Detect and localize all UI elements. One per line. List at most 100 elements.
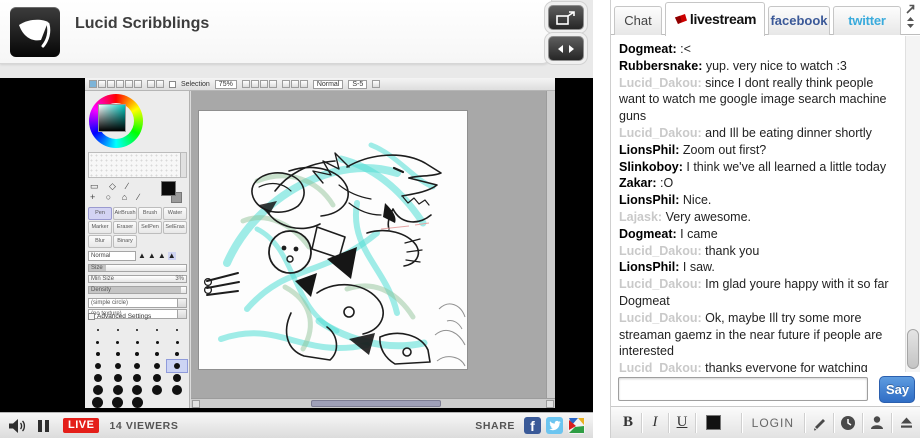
- share-facebook-button[interactable]: f: [524, 417, 541, 434]
- brush-size-cell[interactable]: [167, 324, 187, 336]
- brush-size-cell[interactable]: [108, 348, 128, 360]
- brush-size-cell[interactable]: [167, 336, 187, 348]
- share-more-button[interactable]: [568, 417, 585, 434]
- brush-size-cell[interactable]: [128, 348, 148, 360]
- brush-size-cell[interactable]: [108, 336, 128, 348]
- brush-edge-option-selected[interactable]: ▲: [168, 252, 176, 260]
- history-button[interactable]: [837, 415, 859, 431]
- brush-size-cell[interactable]: [88, 348, 108, 360]
- pause-button[interactable]: [38, 420, 49, 432]
- density-slider[interactable]: Density: [88, 286, 187, 294]
- sai-tool-water[interactable]: Water: [163, 207, 187, 220]
- dropdown-button-icon[interactable]: [177, 310, 186, 318]
- brush-size-cell[interactable]: [167, 396, 187, 408]
- saturation-value-square[interactable]: [98, 104, 126, 132]
- brush-size-cell[interactable]: [167, 384, 187, 396]
- chat-message-list[interactable]: Dogmeat: :<Rubbersnake: yup. very nice t…: [611, 36, 906, 372]
- brush-size-cell[interactable]: [128, 396, 148, 408]
- login-button[interactable]: LOGIN: [752, 416, 794, 430]
- stabilizer-select[interactable]: S-5: [348, 80, 367, 89]
- say-button[interactable]: Say: [879, 376, 915, 403]
- italic-button[interactable]: I: [642, 414, 668, 431]
- sai-tool-blur[interactable]: Blur: [88, 235, 112, 248]
- blend-mode-select[interactable]: Normal: [313, 80, 344, 89]
- brush-edge-option[interactable]: ▲: [158, 252, 166, 260]
- brush-size-cell[interactable]: [88, 372, 108, 384]
- brush-size-cell[interactable]: [147, 360, 167, 372]
- brush-size-cell[interactable]: [147, 336, 167, 348]
- brush-size-cell[interactable]: [147, 384, 167, 396]
- volume-button[interactable]: [8, 418, 26, 434]
- brush-size-cell[interactable]: [147, 372, 167, 384]
- brush-size-cell[interactable]: [88, 324, 108, 336]
- sai-mini-tools[interactable]: ▭ ◇ ∕+ ○ ⌂ ∕: [90, 181, 154, 203]
- brush-size-cell[interactable]: [147, 348, 167, 360]
- brush-size-cell[interactable]: [88, 336, 108, 348]
- underline-button[interactable]: U: [669, 414, 695, 431]
- tab-twitter[interactable]: twitter: [833, 6, 901, 35]
- brush-size-cell[interactable]: [128, 372, 148, 384]
- brush-edge-option[interactable]: ▲: [148, 252, 156, 260]
- brush-size-cell[interactable]: [167, 360, 187, 372]
- brush-size-cell[interactable]: [147, 396, 167, 408]
- sai-tool-eraser[interactable]: Eraser: [113, 221, 137, 234]
- zoom-level-select[interactable]: 75%: [215, 80, 237, 89]
- chat-input[interactable]: [618, 377, 868, 401]
- brush-size-cell[interactable]: [108, 324, 128, 336]
- min-size-slider[interactable]: Min Size 3%: [88, 275, 187, 283]
- popout-button[interactable]: [548, 5, 584, 30]
- brush-size-cell[interactable]: [108, 372, 128, 384]
- popout-chat-button[interactable]: [904, 2, 918, 16]
- brush-edge-option[interactable]: ▲: [138, 252, 146, 260]
- brush-size-cell[interactable]: [128, 336, 148, 348]
- video-area[interactable]: Selection 75% Normal S-5 ▭ ◇ ∕+ ○ ⌂ ∕: [0, 78, 593, 412]
- brush-size-cell[interactable]: [167, 348, 187, 360]
- foreground-color-swatch[interactable]: [161, 181, 176, 196]
- sai-tool-brush[interactable]: Brush: [138, 207, 162, 220]
- sai-toolbar-buttons[interactable]: [147, 80, 164, 88]
- sai-tool-binary[interactable]: Binary: [113, 235, 137, 248]
- tab-livestream[interactable]: livestream: [665, 2, 765, 36]
- edit-button[interactable]: [808, 415, 830, 431]
- brush-size-cell[interactable]: [88, 360, 108, 372]
- tab-chat[interactable]: Chat: [614, 6, 662, 35]
- dropdown-button-icon[interactable]: [177, 299, 186, 307]
- sai-misc-button[interactable]: [372, 80, 380, 88]
- sai-canvas-area[interactable]: [191, 91, 555, 408]
- sai-zoom-buttons[interactable]: [242, 80, 277, 88]
- size-slider[interactable]: Size: [88, 264, 187, 272]
- chat-scrollbar[interactable]: [905, 36, 920, 372]
- horizontal-scroll-thumb[interactable]: [311, 400, 441, 407]
- text-color-button[interactable]: [706, 415, 721, 430]
- resize-chat-button[interactable]: [904, 16, 918, 30]
- channel-logo[interactable]: [10, 7, 60, 57]
- sai-toolbar-icons[interactable]: [89, 80, 142, 88]
- tab-facebook[interactable]: facebook: [768, 6, 830, 35]
- brush-size-cell[interactable]: [128, 384, 148, 396]
- share-twitter-button[interactable]: [546, 417, 563, 434]
- brush-size-cell[interactable]: [167, 372, 187, 384]
- brush-blend-select[interactable]: Normal: [88, 251, 136, 261]
- brush-size-cell[interactable]: [108, 384, 128, 396]
- sai-tool-selpen[interactable]: SelPen: [138, 221, 162, 234]
- brush-size-cell[interactable]: [88, 396, 108, 408]
- brush-size-cell[interactable]: [108, 396, 128, 408]
- collapse-button[interactable]: [895, 415, 917, 430]
- brush-size-cell[interactable]: [88, 384, 108, 396]
- brush-size-cell[interactable]: [128, 324, 148, 336]
- users-button[interactable]: [866, 415, 888, 431]
- brush-size-cell[interactable]: [147, 324, 167, 336]
- sai-rotate-buttons[interactable]: [282, 80, 308, 88]
- sai-tool-marker[interactable]: Marker: [88, 221, 112, 234]
- brush-size-cell[interactable]: [108, 360, 128, 372]
- bold-button[interactable]: B: [615, 414, 641, 431]
- brush-size-cell[interactable]: [128, 360, 148, 372]
- chat-scroll-thumb[interactable]: [907, 329, 919, 369]
- scratchpad-scrollbar[interactable]: [180, 153, 186, 177]
- sai-tool-seleras[interactable]: SelEras: [163, 221, 187, 234]
- canvas-horizontal-scrollbar[interactable]: [191, 398, 555, 408]
- drawing-canvas[interactable]: [199, 111, 467, 369]
- resize-button[interactable]: [548, 36, 584, 61]
- scroll-right-button[interactable]: [546, 400, 554, 408]
- brush-shape-dropdown[interactable]: (simple circle): [88, 298, 187, 308]
